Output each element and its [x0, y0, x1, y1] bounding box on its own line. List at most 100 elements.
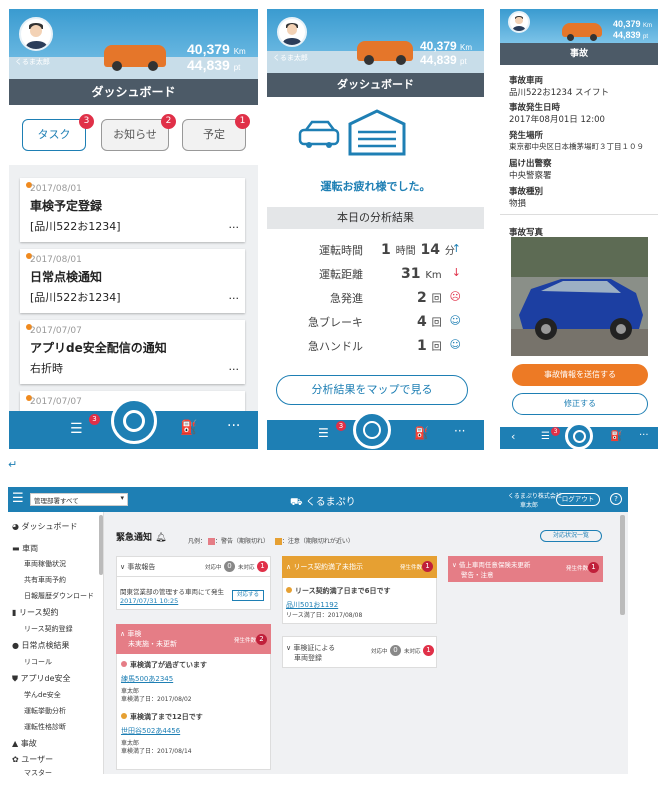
sidebar-item-vehicle-status[interactable]: 車両稼働状況 — [24, 559, 66, 569]
status-list-button[interactable]: 対応状況一覧 — [540, 530, 602, 542]
sidebar-item-recall[interactable]: リコール — [24, 657, 52, 667]
list-item[interactable]: 2017/08/01 車検予定登録 [品川522お1234]... — [20, 178, 245, 242]
avatar[interactable] — [508, 11, 530, 33]
fuel-icon[interactable]: ⛽ — [610, 431, 622, 442]
sidebar-scrollbar[interactable] — [99, 515, 103, 575]
info-icon: ● — [12, 641, 19, 650]
sad-face-icon: ☹ — [449, 290, 461, 303]
edit-button[interactable]: 修正する — [512, 393, 648, 415]
menu-icon[interactable]: ☰ — [12, 491, 24, 506]
sidebar-item-learn-safety[interactable]: 学んde安全 — [24, 690, 61, 700]
accident-text: 関東営業部の管理する車両にて発生 — [120, 588, 224, 596]
points-stat: 44,839 pt — [420, 53, 467, 67]
insurance-title: ∨ 借上車両任意保険未更新 — [452, 561, 531, 569]
chevron-down-icon: ∨ — [452, 561, 457, 569]
avatar[interactable] — [277, 17, 307, 47]
respond-button[interactable]: 対応する — [232, 590, 264, 601]
vehicle-link[interactable]: 品川501お1192 — [286, 600, 338, 610]
list-item[interactable]: 2017/07/07 アプリde安全配信の通知 右折時... — [20, 320, 245, 384]
registration-title-line2: 車両登録 — [294, 654, 322, 662]
inspection-item-heading: 車検満了が過ぎています — [130, 661, 207, 669]
points-stat: 44,839 pt — [187, 57, 241, 73]
field-label: 事故種別 — [509, 187, 544, 197]
field-label: 事故発生日時 — [509, 103, 561, 113]
tab-notices[interactable]: お知らせ — [101, 119, 169, 151]
sidebar-item-accident[interactable]: ▲ 事故 — [12, 738, 37, 749]
insurance-count: 1 — [588, 562, 599, 573]
warning-icon: ▲ — [12, 739, 19, 748]
main-scrollbar[interactable] — [620, 515, 625, 615]
task-list-icon[interactable]: ☰ — [541, 431, 550, 442]
chevron-up-icon: ∧ — [120, 630, 126, 638]
sidebar-item-users[interactable]: ✿ ユーザー — [12, 754, 53, 765]
expiry-date: 車検満了日：2017/08/14 — [121, 748, 192, 755]
in-progress-label: 対応中 — [205, 565, 222, 571]
chevron-up-icon: ∧ — [286, 563, 292, 571]
more-icon[interactable]: ··· — [227, 418, 240, 434]
chevron-down-icon: ▾ — [120, 494, 124, 502]
accident-link[interactable]: 2017/07/31 10:25 — [120, 597, 178, 605]
unhandled-count: 1 — [257, 561, 268, 572]
send-accident-button[interactable]: 事故情報を送信する — [512, 364, 648, 386]
more-icon[interactable]: ··· — [454, 424, 465, 438]
car-icon: ▬ — [12, 544, 20, 553]
more-icon[interactable]: ··· — [639, 430, 649, 441]
inspection-item-heading: 車検満了まで12日です — [130, 713, 203, 721]
points-stat: 44,839 pt — [613, 30, 649, 40]
sidebar-item-lease-register[interactable]: リース契約登録 — [24, 624, 73, 634]
field-label: 発生場所 — [509, 131, 544, 141]
back-icon[interactable]: ‹ — [511, 430, 515, 443]
sidebar-item-dashboard[interactable]: ◕ ダッシュボード — [12, 521, 78, 532]
car-illustration — [104, 45, 166, 71]
inspection-subtitle: 未実施・未更新 — [128, 640, 177, 648]
car-illustration — [562, 23, 602, 41]
car-logo-icon: ⛟ — [290, 497, 303, 508]
lease-title: ∧ リース契約満了未指示 — [286, 563, 364, 571]
expiry-date: 車検満了日：2017/08/02 — [121, 696, 192, 703]
sidebar-item-app-safety[interactable]: ⛊ アプリde安全 — [12, 673, 71, 684]
sidebar-item-lease[interactable]: ▮ リース契約 — [12, 607, 59, 618]
accident-report-title[interactable]: ∨ 事故報告 — [120, 562, 155, 572]
sidebar-item-report-download[interactable]: 日報履歴ダウンロード — [24, 591, 94, 601]
page-title: ダッシュボード — [267, 73, 484, 97]
avatar[interactable] — [19, 17, 53, 51]
sidebar-item-vehicles[interactable]: ▬ 車両 — [12, 543, 38, 554]
steering-wheel-icon[interactable] — [111, 398, 157, 444]
lease-count: 1 — [422, 561, 433, 572]
sidebar-item-shared-booking[interactable]: 共有車両予約 — [24, 575, 66, 585]
task-list-icon[interactable]: ☰ — [318, 426, 329, 440]
registration-title[interactable]: ∨ 車検証による — [286, 643, 335, 653]
page-title: 事故 — [500, 43, 658, 65]
sudden-brake-row: 急ブレーキ 4 回 ☺ — [308, 314, 461, 330]
department-select[interactable]: 管理部署すべて ▾ — [30, 493, 128, 506]
count-label: 発生件数 — [234, 638, 257, 644]
fuel-icon[interactable]: ⛽ — [414, 426, 429, 440]
insurance-subtitle: 警告・注意 — [461, 571, 494, 579]
sidebar-item-driving-analysis[interactable]: 運転挙動分析 — [24, 706, 66, 716]
count-label: 発生件数 — [566, 566, 589, 572]
tab-tasks[interactable]: タスク — [22, 119, 86, 151]
steering-wheel-icon[interactable] — [353, 411, 391, 449]
lease-date: リース満了日：2017/08/08 — [286, 612, 363, 619]
vehicle-value: 品川522お1234 スイフト — [509, 88, 610, 98]
user-name: くるま太郎 — [273, 54, 308, 62]
logout-button[interactable]: ログアウト — [556, 493, 600, 506]
chevron-down-icon: ∨ — [286, 644, 292, 652]
help-icon[interactable]: ? — [610, 493, 622, 505]
sidebar-item-driver-diagnosis[interactable]: 運転性格診断 — [24, 722, 66, 732]
drive-time-row: 運転時間 1 時間 14 分 ↑ — [319, 242, 461, 258]
map-view-button[interactable]: 分析結果をマップで見る — [276, 375, 468, 405]
fuel-icon[interactable]: ⛽ — [180, 420, 197, 436]
vehicle-link[interactable]: 練馬500あ2345 — [121, 674, 173, 684]
steering-wheel-icon[interactable] — [565, 422, 593, 450]
field-label: 届け出警察 — [509, 159, 552, 169]
sidebar-item-daily-check[interactable]: ● 日常点検結果 — [12, 640, 70, 651]
return-mark: ↵ — [8, 458, 18, 471]
location-value: 東京都中央区日本橋茅場町３丁目１０９ — [509, 142, 644, 151]
vehicle-link[interactable]: 世田谷502あ4456 — [121, 726, 180, 736]
task-list-icon[interactable]: ☰ — [70, 421, 83, 437]
list-item[interactable]: 2017/08/01 日常点検通知 [品川522お1234]... — [20, 249, 245, 313]
in-progress-count: 0 — [390, 645, 401, 656]
unhandled-label: 未対応 — [238, 565, 255, 571]
sidebar-item-master[interactable]: マスター — [24, 768, 52, 778]
